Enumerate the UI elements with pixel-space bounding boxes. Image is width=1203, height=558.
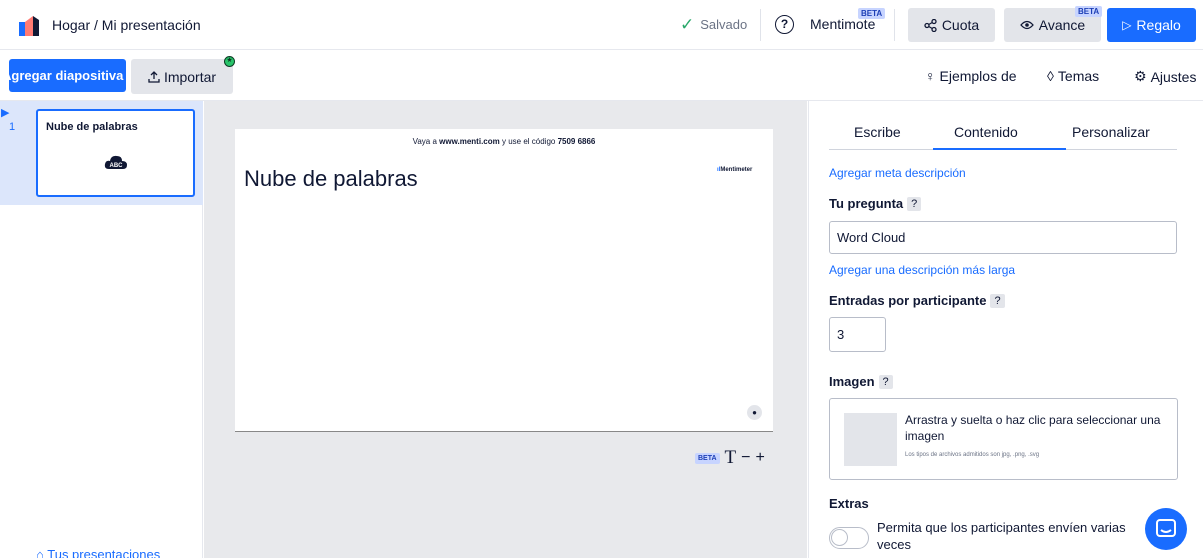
examples-link[interactable]: ♀ Ejemplos de <box>925 68 1017 84</box>
slide-thumbnail[interactable]: Nube de palabras ABC <box>36 109 195 197</box>
editor-toolbar: Agregar diapositiva Importar ♀ Ejemplos … <box>0 51 1203 101</box>
your-presentations-link[interactable]: ⌂ Tus presentaciones <box>36 547 160 558</box>
slide-thumbnail-title: Nube de palabras <box>46 121 138 133</box>
slide-indicator: ▶ <box>0 101 10 205</box>
preview-beta-badge: BETA <box>1075 6 1103 17</box>
new-feature-star-icon: ★ <box>224 56 235 67</box>
upload-icon <box>148 70 160 83</box>
svg-text:ABC: ABC <box>110 163 124 169</box>
lightbulb-icon: ♀ <box>925 68 936 84</box>
chat-icon <box>1156 519 1176 537</box>
add-meta-description-link[interactable]: Agregar meta descripción <box>829 166 966 180</box>
tab-write[interactable]: Escribe <box>854 124 901 140</box>
zoom-in-button[interactable]: + <box>756 449 765 467</box>
add-longer-description-link[interactable]: Agregar una descripción más larga <box>829 263 1015 277</box>
image-dropzone[interactable]: Arrastra y suelta o haz clic para selecc… <box>829 398 1178 480</box>
top-bar: Hogar / Mi presentación ✓ Salvado ? Ment… <box>0 0 1203 50</box>
toggle-knob <box>831 529 848 546</box>
canvas-tools: BETA T − + <box>695 447 765 469</box>
entries-input[interactable]: 3 <box>829 317 886 352</box>
tools-beta-badge: BETA <box>695 452 720 464</box>
settings-label: Ajustes <box>1150 68 1197 85</box>
share-icon <box>924 18 937 32</box>
multiple-submissions-label: Permita que los participantes envíen var… <box>877 520 1126 552</box>
question-help-icon[interactable]: ? <box>907 196 922 211</box>
divider <box>894 9 895 41</box>
word-cloud-icon: ABC <box>104 155 127 169</box>
play-icon: ▶ <box>1 107 10 119</box>
slide-title[interactable]: Nube de palabras <box>244 166 418 192</box>
share-button[interactable]: Cuota <box>908 8 995 42</box>
home-icon: ⌂ <box>36 547 44 558</box>
examples-label: Ejemplos de <box>939 68 1017 84</box>
mentimote-beta-badge: BETA <box>858 8 886 19</box>
question-input[interactable]: Word Cloud <box>829 221 1177 254</box>
question-label: Tu pregunta ? <box>829 196 922 211</box>
eye-icon <box>1019 20 1034 30</box>
slides-panel: ▶ 1 Nube de palabras ABC ⌂ Tus presentac… <box>0 101 203 558</box>
join-instructions: Vaya a www.menti.com y use el código 750… <box>412 137 596 146</box>
saved-label: Salvado <box>700 17 748 32</box>
text-size-icon[interactable]: T <box>725 447 737 469</box>
mentimeter-logo-icon[interactable] <box>19 16 39 36</box>
dropzone-hint: Los tipos de archivos admitidos son jpg,… <box>905 452 1040 458</box>
tab-customize[interactable]: Personalizar <box>1072 124 1150 140</box>
preview-label: Avance <box>1038 17 1086 33</box>
help-icon[interactable]: ? <box>775 15 794 34</box>
image-placeholder <box>844 413 897 466</box>
play-icon: ▷ <box>1122 18 1132 32</box>
import-label: Importar <box>163 68 217 85</box>
themes-link[interactable]: ◊ Temas <box>1047 68 1099 84</box>
settings-link[interactable]: ⚙ Ajustes <box>1134 68 1196 85</box>
participant-icon: ● <box>747 405 762 420</box>
entries-label: Entradas por participante ? <box>829 293 1005 308</box>
panel-tabs: Escribe Contenido Personalizar <box>829 124 1177 150</box>
slide-settings-panel: Escribe Contenido Personalizar Agregar m… <box>808 101 1203 558</box>
extras-label: Extras <box>829 496 869 511</box>
zoom-out-button[interactable]: − <box>741 449 750 467</box>
slide-canvas-area: Vaya a www.menti.com y use el código 750… <box>204 101 807 558</box>
your-presentations-label: Tus presentaciones <box>47 547 161 558</box>
active-tab-indicator <box>933 148 1066 150</box>
gear-icon: ⚙ <box>1134 68 1147 84</box>
drop-icon: ◊ <box>1047 68 1054 84</box>
saved-status: ✓ Salvado <box>680 14 748 34</box>
mentimeter-brand: ılMentimeter <box>717 167 753 173</box>
image-label: Imagen ? <box>829 374 893 389</box>
present-button[interactable]: ▷ Regalo <box>1107 8 1196 42</box>
image-help-icon[interactable]: ? <box>878 374 893 389</box>
multiple-submissions-toggle[interactable] <box>829 527 869 549</box>
check-icon: ✓ <box>680 14 695 34</box>
share-label: Cuota <box>941 17 980 33</box>
dropzone-text: Arrastra y suelta o haz clic para selecc… <box>905 413 1161 443</box>
breadcrumb[interactable]: Hogar / Mi presentación <box>52 17 201 33</box>
themes-label: Temas <box>1057 68 1100 84</box>
import-button[interactable]: Importar <box>131 59 233 94</box>
present-label: Regalo <box>1136 17 1181 33</box>
slide-number: 1 <box>9 121 16 133</box>
slide-list-item[interactable]: ▶ 1 Nube de palabras ABC <box>0 101 203 205</box>
divider <box>760 9 761 41</box>
slide-preview[interactable]: Vaya a www.menti.com y use el código 750… <box>235 129 773 432</box>
entries-help-icon[interactable]: ? <box>990 293 1005 308</box>
chat-support-button[interactable] <box>1145 508 1187 550</box>
add-slide-button[interactable]: Agregar diapositiva <box>9 59 126 92</box>
tab-content[interactable]: Contenido <box>954 124 1018 140</box>
